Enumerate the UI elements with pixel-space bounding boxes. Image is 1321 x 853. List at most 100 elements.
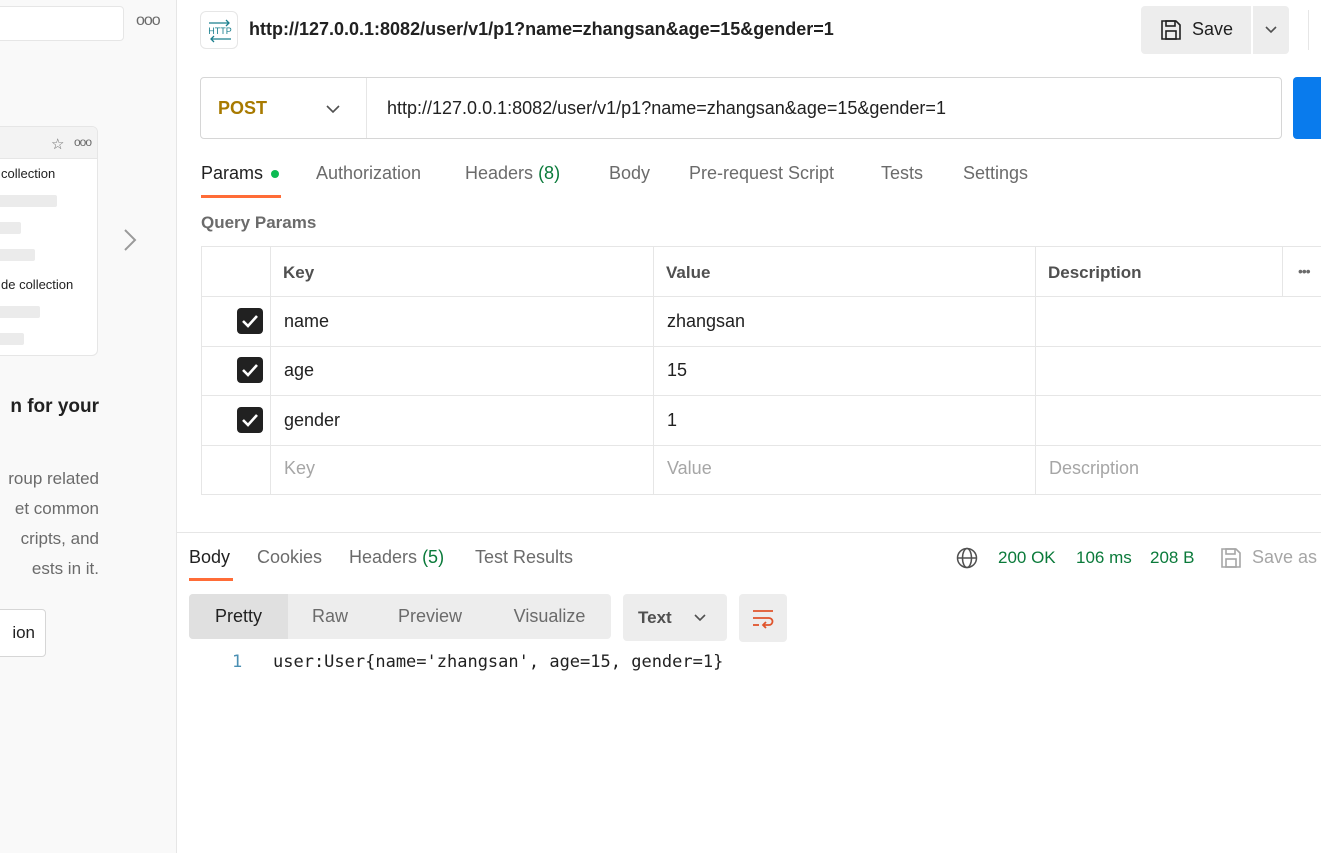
save-label: Save [1192,19,1234,39]
column-divider [270,247,271,495]
new-param-description-input[interactable]: Description [1049,458,1139,479]
active-tab-indicator [201,195,281,198]
chevron-down-icon [1265,26,1277,34]
sidebar-paragraph-line: roup related [8,469,99,488]
param-checkbox[interactable] [237,308,263,334]
tab-tests[interactable]: Tests [881,163,923,184]
row-divider [202,296,1321,297]
skeleton-line [0,306,40,318]
column-divider [1035,247,1036,495]
sidebar-paragraph-line: cripts, and [20,529,99,548]
save-button[interactable]: Save [1141,6,1251,54]
row-divider [202,445,1321,446]
chevron-right-icon[interactable] [121,226,139,254]
status-code[interactable]: 200 OK [998,548,1056,568]
url-bar: POST http://127.0.0.1:8082/user/v1/p1?na… [200,77,1282,139]
divider [1308,10,1309,50]
checkmark-icon [242,364,258,377]
skeleton-line [0,195,57,207]
send-button[interactable] [1293,77,1321,139]
response-size[interactable]: 208 B [1150,548,1194,568]
params-active-dot [271,170,279,178]
sidebar-paragraph-line: ests in it. [31,559,99,578]
param-key[interactable]: name [284,311,329,332]
response-tab-headers[interactable]: Headers (5) [349,547,444,568]
sidebar: ooo ☆ ooo collection de collection n for… [0,0,177,853]
card-item-label: de collection [1,277,74,292]
wrap-lines-icon [753,610,774,629]
param-checkbox[interactable] [237,357,263,383]
response-tab-body[interactable]: Body [189,547,230,568]
format-select[interactable]: Text [623,594,727,641]
sidebar-heading: n for your [10,396,99,417]
method-select[interactable]: POST [201,78,367,138]
format-label: Text [638,608,672,627]
save-response-button[interactable]: Save as [1219,544,1321,572]
column-divider [1282,247,1283,296]
column-divider [653,247,654,495]
svg-text:HTTP: HTTP [208,26,232,36]
code-line-number: 1 [232,652,243,672]
params-table: Key Value Description ••• name zhangsan … [201,246,1321,495]
tab-headers-label: Headers [465,163,534,183]
tab-authorization[interactable]: Authorization [316,163,421,184]
param-key[interactable]: age [284,360,314,381]
tab-params[interactable]: Params [201,163,263,184]
response-tab-cookies[interactable]: Cookies [257,547,322,568]
query-params-heading: Query Params [201,213,317,232]
save-response-label: Save as [1252,547,1318,567]
sidebar-paragraph-line: et common [14,499,99,518]
save-icon [1221,548,1241,568]
response-body-code[interactable]: user:User{name='zhangsan', age=15, gende… [273,652,723,672]
view-raw-button[interactable]: Raw [288,594,372,639]
table-more-icon[interactable]: ••• [1298,263,1311,279]
row-divider [202,346,1321,347]
response-time[interactable]: 106 ms [1076,548,1132,568]
wrap-lines-button[interactable] [739,594,787,642]
tab-pre-request-script[interactable]: Pre-request Script [689,163,834,184]
tab-settings[interactable]: Settings [963,163,1028,184]
collection-card: ☆ ooo collection de collection [0,126,98,356]
view-pretty-button[interactable]: Pretty [189,594,288,639]
new-param-key-input[interactable]: Key [284,458,315,479]
new-param-value-input[interactable]: Value [667,458,712,479]
checkmark-icon [242,414,258,427]
chevron-down-icon [694,614,706,622]
skeleton-line [0,222,21,234]
column-header-key: Key [283,263,315,282]
skeleton-line [0,333,24,345]
sidebar-more-icon[interactable]: ooo [136,12,161,30]
save-icon [1161,20,1181,40]
create-collection-button[interactable]: ion [0,609,46,657]
method-label: POST [218,98,268,118]
star-icon[interactable]: ☆ [51,135,64,153]
response-tab-headers-label: Headers [349,547,418,567]
request-title[interactable]: http://127.0.0.1:8082/user/v1/p1?name=zh… [249,19,834,40]
url-input[interactable]: http://127.0.0.1:8082/user/v1/p1?name=zh… [387,98,946,119]
tab-headers[interactable]: Headers (8) [465,163,560,184]
globe-icon[interactable] [955,546,979,570]
sidebar-search-input[interactable] [0,6,124,41]
response-tab-test-results[interactable]: Test Results [475,547,573,568]
tab-body[interactable]: Body [609,163,650,184]
view-mode-segment: Pretty Raw Preview Visualize [189,594,611,639]
param-value[interactable]: 1 [667,410,677,431]
card-item-label: collection [1,166,56,181]
column-header-value: Value [666,263,711,282]
chevron-down-icon [326,105,340,114]
card-more-icon[interactable]: ooo [74,135,92,149]
param-key[interactable]: gender [284,410,340,431]
tab-headers-count: (8) [538,163,561,183]
skeleton-line [0,249,35,261]
save-dropdown-button[interactable] [1253,6,1289,54]
view-visualize-button[interactable]: Visualize [488,594,611,639]
param-checkbox[interactable] [237,407,263,433]
param-value[interactable]: zhangsan [667,311,745,332]
param-value[interactable]: 15 [667,360,687,381]
view-preview-button[interactable]: Preview [372,594,488,639]
column-header-description: Description [1048,263,1142,282]
checkmark-icon [242,315,258,328]
response-divider[interactable] [177,532,1321,533]
active-tab-indicator [189,578,233,581]
http-icon: HTTP [200,11,238,49]
